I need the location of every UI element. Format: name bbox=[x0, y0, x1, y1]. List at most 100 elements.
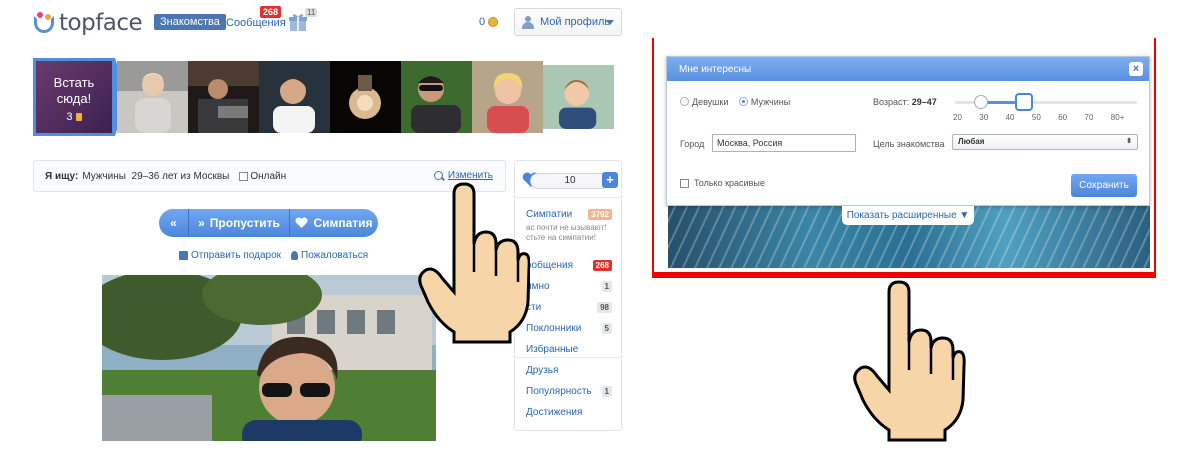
likes-note: ас почти не ызывают! стьте на симпатии! bbox=[526, 223, 607, 242]
city-label: Город bbox=[680, 139, 705, 149]
coins-count: 0 bbox=[479, 16, 486, 28]
profile-thumb[interactable] bbox=[117, 61, 188, 133]
age-tick-label: 30 bbox=[979, 113, 989, 122]
show-advanced-link[interactable]: Показать расширенные ▼ bbox=[842, 206, 974, 225]
sidebar-item-achievements[interactable]: Достижения bbox=[526, 407, 582, 418]
coins-balance[interactable]: 0 bbox=[479, 16, 499, 28]
send-gift-link[interactable]: Отправить подарок bbox=[179, 250, 281, 261]
age-value: 29–47 bbox=[911, 97, 937, 107]
likes-counter: 10 bbox=[530, 173, 610, 189]
sidebar-item-popularity[interactable]: Популярность bbox=[526, 386, 592, 397]
leader-photo-strip: Встать сюда! 3 bbox=[33, 58, 623, 136]
stand-here-tile[interactable]: Встать сюда! 3 bbox=[33, 58, 115, 136]
age-tick-label: 20 bbox=[953, 113, 962, 122]
only-pretty-label: Только красивые bbox=[694, 178, 765, 188]
goal-value: Любая bbox=[958, 137, 985, 146]
popularity-count: 1 bbox=[601, 386, 612, 397]
complain-link[interactable]: Пожаловаться bbox=[291, 250, 368, 261]
likes-counter-row: 10 + bbox=[522, 170, 618, 190]
age-tick-label: 70 bbox=[1084, 113, 1094, 122]
online-label: Онлайн bbox=[250, 170, 287, 182]
heart-icon bbox=[295, 217, 308, 228]
age-label: Возраст: 29–47 bbox=[873, 97, 937, 107]
nav-messages[interactable]: Сообщения bbox=[226, 17, 286, 29]
goal-select[interactable]: Любая ⬍ bbox=[952, 134, 1138, 150]
search-label: Я ищу: bbox=[45, 170, 79, 182]
profile-thumb[interactable] bbox=[543, 61, 614, 133]
top-header: topface Знакомства Сообщения 268 11 0 Мо… bbox=[0, 0, 640, 45]
preferences-dialog: Мне интересны × Девушки Мужчины Возраст:… bbox=[666, 56, 1150, 206]
dialog-header: Мне интересны × bbox=[667, 57, 1149, 81]
like-button[interactable]: Симпатия bbox=[290, 209, 378, 237]
age-tick-label: 60 bbox=[1058, 113, 1068, 122]
back-icon: « bbox=[170, 216, 177, 230]
messages-badge: 268 bbox=[260, 6, 282, 18]
stand-here-label: Встать сюда! bbox=[53, 75, 95, 106]
sidebar-item-fans[interactable]: Поклонники bbox=[526, 323, 581, 334]
radio-icon bbox=[680, 97, 689, 106]
gifts-badge: 11 bbox=[305, 8, 318, 17]
guests-count: 98 bbox=[597, 302, 612, 313]
likes-count: 3792 bbox=[588, 209, 612, 220]
age-tick-label: 50 bbox=[1031, 113, 1041, 122]
app-window: topface Знакомства Сообщения 268 11 0 Мо… bbox=[0, 0, 640, 450]
sidebar-item-friends[interactable]: Друзья bbox=[526, 365, 558, 376]
pointing-hand-icon bbox=[418, 182, 530, 344]
profile-thumb[interactable] bbox=[401, 61, 472, 133]
gender-selector: Девушки Мужчины bbox=[680, 97, 798, 107]
my-profile-label: Мой профиль bbox=[540, 16, 611, 28]
coins-icon bbox=[488, 17, 499, 27]
sidebar-item-messages[interactable]: ообщения bbox=[526, 260, 573, 271]
fans-count: 5 bbox=[601, 323, 612, 334]
age-max-handle[interactable] bbox=[1014, 93, 1033, 111]
chevron-down-icon bbox=[606, 20, 614, 25]
logo-icon bbox=[33, 12, 55, 34]
radio-selected-icon bbox=[738, 97, 748, 106]
vote-actions: « » Пропустить Симпатия bbox=[159, 209, 378, 237]
hand-small-icon bbox=[291, 251, 299, 260]
close-icon[interactable]: × bbox=[1129, 62, 1143, 76]
select-arrows-icon: ⬍ bbox=[1126, 138, 1132, 145]
online-checkbox[interactable] bbox=[239, 171, 249, 181]
pointing-hand-icon bbox=[853, 280, 966, 442]
gender-option-male[interactable]: Мужчины bbox=[738, 97, 790, 107]
sidebar-item-likes[interactable]: Симпатии bbox=[526, 209, 572, 220]
age-tick-label: 80+ bbox=[1110, 113, 1125, 122]
secondary-actions: Отправить подарок Пожаловаться bbox=[179, 250, 368, 261]
save-button[interactable]: Сохранить bbox=[1071, 174, 1137, 197]
back-button[interactable]: « bbox=[159, 209, 189, 237]
profile-thumb[interactable] bbox=[188, 61, 259, 133]
nav-dating[interactable]: Знакомства bbox=[154, 14, 226, 30]
messages-count: 268 bbox=[592, 260, 612, 271]
city-input[interactable]: Москва, Россия bbox=[712, 134, 856, 152]
like-label: Симпатия bbox=[313, 216, 373, 230]
profile-main-photo[interactable] bbox=[102, 275, 436, 441]
goal-label: Цель знакомства bbox=[873, 139, 945, 149]
age-slider[interactable] bbox=[955, 93, 1137, 111]
double-chevron-icon: » bbox=[198, 216, 205, 230]
only-pretty-checkbox[interactable] bbox=[680, 178, 689, 188]
age-min-handle[interactable] bbox=[974, 95, 989, 109]
right-sidebar: 10 + Симпатии 3792 ас почти не ызывают! … bbox=[514, 160, 622, 431]
gender-option-female[interactable]: Девушки bbox=[680, 97, 728, 107]
skip-button[interactable]: » Пропустить bbox=[189, 209, 290, 237]
dialog-title: Мне интересны bbox=[679, 64, 752, 75]
mutual-count: 1 bbox=[601, 281, 612, 292]
buy-likes-button[interactable]: + bbox=[602, 172, 618, 188]
skip-label: Пропустить bbox=[209, 216, 280, 230]
logo[interactable]: topface bbox=[33, 10, 143, 36]
gift-small-icon bbox=[179, 251, 188, 260]
user-icon bbox=[522, 15, 534, 29]
profile-thumb[interactable] bbox=[259, 61, 330, 133]
my-profile-button[interactable]: Мой профиль bbox=[514, 8, 622, 36]
sidebar-item-favorites[interactable]: Избранные bbox=[526, 344, 578, 355]
change-search-label: Изменить bbox=[447, 170, 493, 181]
profile-thumb[interactable] bbox=[330, 61, 401, 133]
change-search-link[interactable]: Изменить bbox=[433, 170, 493, 181]
logo-text: topface bbox=[59, 10, 143, 36]
profile-thumb[interactable] bbox=[472, 61, 543, 133]
only-pretty-option[interactable]: Только красивые bbox=[680, 178, 765, 188]
search-icon bbox=[433, 171, 443, 180]
age-tick-label: 40 bbox=[1005, 113, 1015, 122]
stand-here-cost: 3 bbox=[36, 111, 112, 123]
